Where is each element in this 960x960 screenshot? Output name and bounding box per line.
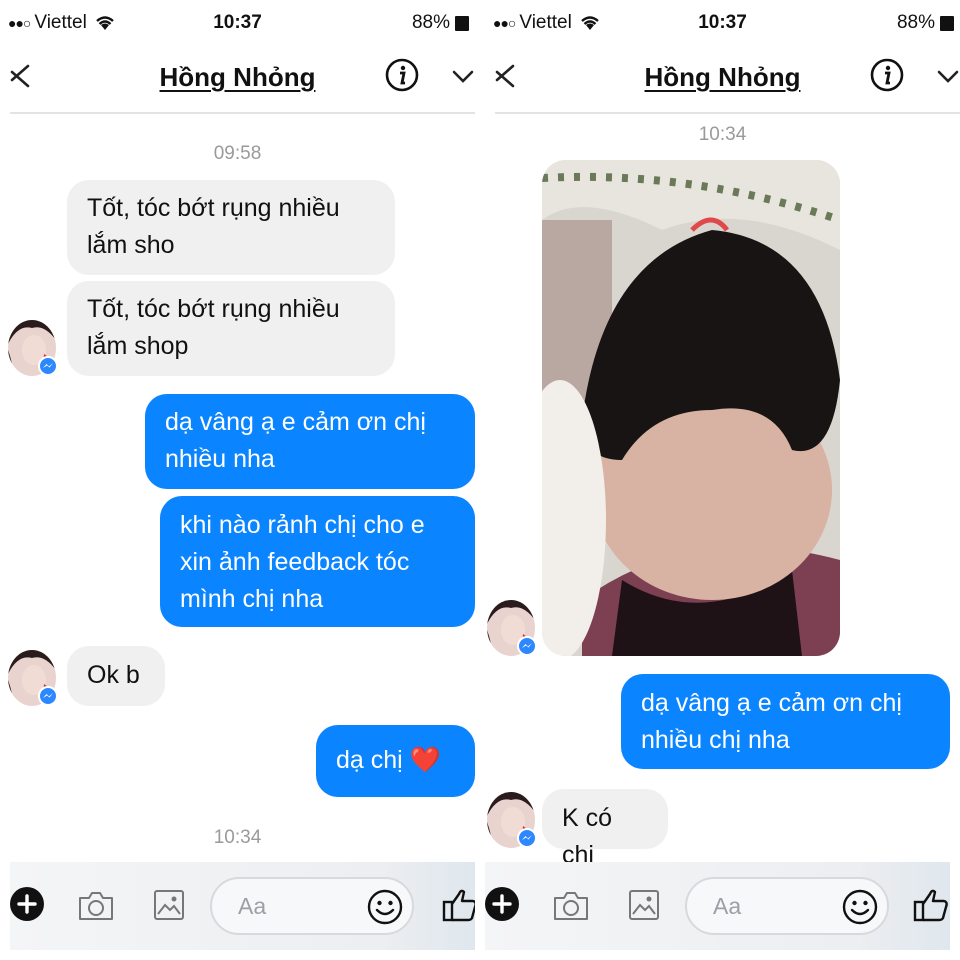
message-line: Tốt, tóc bớt rụng nhiều bbox=[87, 194, 340, 222]
contact-avatar[interactable] bbox=[487, 600, 537, 656]
composer-bar: Aa bbox=[485, 862, 950, 950]
thumbs-up-icon[interactable] bbox=[913, 886, 951, 924]
conversation-header: Hồng Nhỏng bbox=[485, 50, 960, 108]
status-bar: ●●○ Viettel 10:37 88% bbox=[0, 0, 475, 46]
camera-icon[interactable] bbox=[76, 890, 116, 922]
timestamp: 10:34 bbox=[698, 124, 747, 145]
input-placeholder: Aa bbox=[713, 893, 742, 919]
battery-percent: 88% bbox=[411, 12, 450, 33]
battery-icon bbox=[455, 15, 469, 31]
camera-icon[interactable] bbox=[551, 890, 591, 922]
message-line: dạ vâng ạ e cảm ơn chị bbox=[641, 689, 902, 717]
message-bubble-outgoing[interactable]: dạ chị ❤️ bbox=[316, 725, 475, 797]
left-screenshot: ●●○ Viettel 10:37 88% Hồng Nhỏng 09:58 T… bbox=[0, 0, 475, 960]
message-line: lắm shop bbox=[87, 332, 189, 360]
info-icon[interactable] bbox=[385, 58, 419, 92]
plus-circle-icon[interactable] bbox=[485, 887, 519, 921]
chevron-down-icon[interactable] bbox=[452, 70, 474, 84]
smiley-icon[interactable] bbox=[367, 889, 403, 925]
info-icon[interactable] bbox=[870, 58, 904, 92]
message-bubble-outgoing[interactable]: dạ vâng ạ e cảm ơn chị nhiều chị nha bbox=[621, 674, 950, 769]
status-bar: ●●○ Viettel 10:37 88% bbox=[485, 0, 960, 46]
input-placeholder: Aa bbox=[238, 893, 267, 919]
chevron-down-icon[interactable] bbox=[937, 70, 959, 84]
message-bubble-outgoing[interactable]: dạ vâng ạ e cảm ơn chị nhiều nha bbox=[145, 394, 475, 489]
plus-circle-icon[interactable] bbox=[10, 887, 44, 921]
message-input[interactable]: Aa bbox=[210, 877, 414, 935]
message-input[interactable]: Aa bbox=[685, 877, 889, 935]
battery-percent: 88% bbox=[896, 12, 935, 33]
status-time: 10:37 bbox=[698, 12, 747, 33]
message-bubble-incoming[interactable]: Tốt, tóc bớt rụng nhiều lắm sho bbox=[67, 180, 395, 275]
battery-group: 88% bbox=[412, 12, 469, 34]
message-bubble-incoming[interactable]: K có chi bbox=[542, 789, 668, 869]
message-line: nhiều chị nha bbox=[641, 726, 790, 754]
messenger-badge-icon bbox=[517, 828, 537, 848]
battery-group: 88% bbox=[897, 12, 954, 34]
timestamp: 09:58 bbox=[213, 143, 262, 164]
contact-avatar[interactable] bbox=[8, 650, 58, 706]
shared-photo[interactable] bbox=[542, 160, 840, 656]
smiley-icon[interactable] bbox=[842, 889, 878, 925]
timestamp: 10:34 bbox=[213, 827, 262, 848]
message-line: dạ chị ❤️ bbox=[336, 746, 441, 774]
composer-bar: Aa bbox=[10, 862, 475, 950]
messenger-badge-icon bbox=[38, 686, 58, 706]
message-line: mình chị nha bbox=[180, 585, 324, 613]
battery-icon bbox=[940, 15, 954, 31]
header-divider bbox=[495, 112, 960, 114]
message-line: Tốt, tóc bớt rụng nhiều bbox=[87, 295, 340, 323]
message-line: khi nào rảnh chị cho e bbox=[180, 511, 425, 539]
header-divider bbox=[10, 112, 475, 114]
message-bubble-incoming[interactable]: Ok b bbox=[67, 646, 165, 706]
message-line: Ok b bbox=[87, 661, 140, 689]
message-line: lắm sho bbox=[87, 231, 175, 259]
image-icon[interactable] bbox=[627, 888, 661, 922]
image-icon[interactable] bbox=[152, 888, 186, 922]
messenger-badge-icon bbox=[38, 356, 58, 376]
status-time: 10:37 bbox=[213, 12, 262, 33]
message-line: xin ảnh feedback tóc bbox=[180, 548, 410, 576]
message-bubble-outgoing[interactable]: khi nào rảnh chị cho e xin ảnh feedback … bbox=[160, 496, 475, 627]
contact-avatar[interactable] bbox=[487, 792, 537, 848]
message-line: dạ vâng ạ e cảm ơn chị bbox=[165, 408, 426, 436]
thumbs-up-icon[interactable] bbox=[442, 886, 475, 924]
message-line: nhiều nha bbox=[165, 445, 275, 473]
message-bubble-incoming[interactable]: Tốt, tóc bớt rụng nhiều lắm shop bbox=[67, 281, 395, 376]
contact-avatar[interactable] bbox=[8, 320, 58, 376]
messenger-badge-icon bbox=[517, 636, 537, 656]
right-screenshot: ●●○ Viettel 10:37 88% Hồng Nhỏng 10:34 d… bbox=[485, 0, 960, 960]
conversation-header: Hồng Nhỏng bbox=[0, 50, 475, 108]
